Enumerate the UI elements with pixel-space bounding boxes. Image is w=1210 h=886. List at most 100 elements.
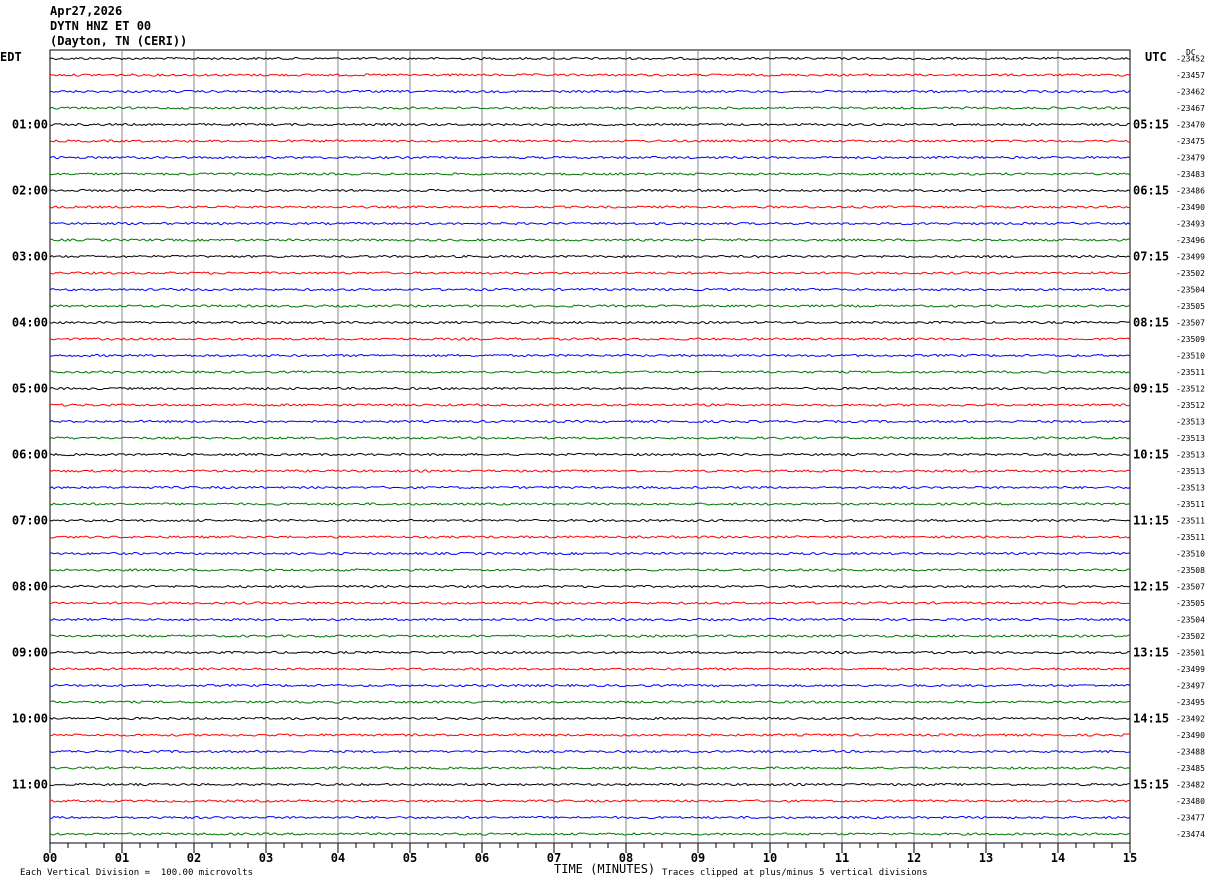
trace-4	[49, 106, 1131, 110]
left-hour-label: 05:00	[12, 382, 48, 396]
left-hour-label: 01:00	[12, 118, 48, 132]
trace-28	[49, 502, 1131, 506]
trace-36	[49, 634, 1131, 638]
x-axis-title: TIME (MINUTES)	[554, 862, 656, 876]
dc-offset-value: -23513	[1176, 467, 1205, 476]
dc-offset-value: -23513	[1176, 434, 1205, 443]
right-hour-label: 11:15	[1133, 514, 1169, 528]
right-hour-label: 09:15	[1133, 382, 1169, 396]
right-hour-label: 14:15	[1133, 712, 1169, 726]
dc-offset-value: -23475	[1176, 137, 1205, 146]
trace-23	[49, 419, 1131, 424]
dc-offset-value: -23511	[1176, 368, 1205, 377]
dc-offset-value: -23457	[1176, 71, 1205, 80]
dc-offset-value: -23499	[1176, 253, 1205, 262]
dc-offset-value: -23495	[1176, 698, 1205, 707]
x-tick-label: 04	[331, 851, 345, 865]
left-hour-label: 10:00	[12, 712, 48, 726]
dc-offset-value: -23480	[1176, 797, 1205, 806]
trace-31	[49, 551, 1131, 556]
clip-note: Traces clipped at plus/minus 5 vertical …	[662, 868, 928, 878]
dc-offset-value: -23513	[1176, 418, 1205, 427]
right-hour-label: 08:15	[1133, 316, 1169, 330]
right-hour-label: 06:15	[1133, 184, 1169, 198]
x-tick-label: 13	[979, 851, 993, 865]
trace-17	[49, 320, 1131, 325]
trace-9	[49, 188, 1131, 193]
x-tick-label: 14	[1051, 851, 1065, 865]
right-hour-label: 15:15	[1133, 778, 1169, 792]
x-tick-label: 03	[259, 851, 273, 865]
right-hour-label: 12:15	[1133, 580, 1169, 594]
scale-note: Each Vertical Division = 100.00 microvol…	[20, 868, 253, 878]
trace-11	[49, 221, 1131, 226]
trace-6	[49, 139, 1131, 143]
trace-40	[49, 700, 1131, 704]
trace-26	[49, 469, 1131, 473]
trace-47	[49, 815, 1131, 820]
dc-offset-value: -23488	[1176, 748, 1205, 757]
x-tick-label: 12	[907, 851, 921, 865]
dc-offset-value: -23474	[1176, 830, 1205, 839]
x-tick-label: 05	[403, 851, 417, 865]
left-hour-label: 06:00	[12, 448, 48, 462]
trace-27	[49, 485, 1131, 490]
dc-offset-value: -23477	[1176, 814, 1205, 823]
dc-offset-value: -23504	[1176, 286, 1205, 295]
dc-offset-value: -23490	[1176, 731, 1205, 740]
x-tick-label: 10	[763, 851, 777, 865]
trace-22	[49, 403, 1131, 407]
dc-offset-value: -23507	[1176, 583, 1205, 592]
left-hour-label: 09:00	[12, 646, 48, 660]
vertical-gridlines	[121, 50, 1059, 843]
trace-7	[49, 155, 1131, 160]
dc-offset-value: -23467	[1176, 104, 1205, 113]
trace-18	[49, 337, 1131, 341]
dc-offset-value: -23508	[1176, 566, 1205, 575]
trace-35	[49, 617, 1131, 622]
trace-34	[49, 601, 1131, 605]
trace-32	[49, 568, 1131, 572]
trace-37	[49, 650, 1131, 655]
dc-offset-value: -23509	[1176, 335, 1205, 344]
trace-21	[49, 386, 1131, 391]
trace-8	[49, 172, 1131, 176]
left-hour-label: 02:00	[12, 184, 48, 198]
dc-offset-value: -23510	[1176, 550, 1205, 559]
trace-12	[49, 238, 1131, 242]
dc-offset-value: -23470	[1176, 121, 1205, 130]
dc-offset-value: -23505	[1176, 599, 1205, 608]
trace-15	[49, 287, 1131, 292]
left-hour-label: 11:00	[12, 778, 48, 792]
dc-offset-value: -23479	[1176, 154, 1205, 163]
dc-offset-value: -23513	[1176, 451, 1205, 460]
plot-frame	[49, 49, 1131, 844]
trace-42	[49, 733, 1131, 737]
right-hour-label: 13:15	[1133, 646, 1169, 660]
x-tick-label: 00	[43, 851, 57, 865]
trace-13	[49, 254, 1131, 259]
trace-5	[49, 122, 1131, 127]
trace-41	[49, 716, 1131, 721]
dc-offset-value: -23511	[1176, 533, 1205, 542]
right-hour-label: 05:15	[1133, 118, 1169, 132]
trace-43	[49, 749, 1131, 754]
dc-offset-value: -23452	[1176, 55, 1205, 64]
trace-14	[49, 271, 1131, 275]
dc-offset-value: -23513	[1176, 484, 1205, 493]
dc-offset-value: -23510	[1176, 352, 1205, 361]
trace-1	[49, 56, 1131, 61]
left-hour-label: 04:00	[12, 316, 48, 330]
dc-offset-value: -23497	[1176, 682, 1205, 691]
dc-offset-value: -23462	[1176, 88, 1205, 97]
dc-offset-value: -23499	[1176, 665, 1205, 674]
dc-offset-value: -23486	[1176, 187, 1205, 196]
trace-46	[49, 799, 1131, 803]
trace-38	[49, 667, 1131, 671]
dc-offset-value: -23493	[1176, 220, 1205, 229]
trace-16	[49, 304, 1131, 308]
x-tick-label: 11	[835, 851, 849, 865]
right-hour-label: 10:15	[1133, 448, 1169, 462]
trace-24	[49, 436, 1131, 440]
trace-30	[49, 535, 1131, 539]
